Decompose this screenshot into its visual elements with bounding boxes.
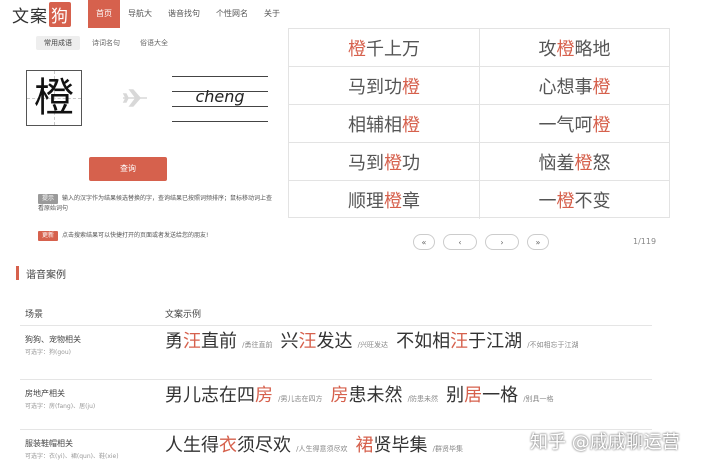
example-phrase[interactable]: 房患未然 — [331, 385, 403, 406]
row-examples: 男儿志在四房 /男儿志在四方 房患未然 /防患未然 别居一格 /别具一格 — [165, 386, 649, 409]
category-tabs: 常用成语 诗词名句 俗语大全 — [36, 36, 176, 50]
nav-item-home[interactable]: 首页 — [88, 0, 120, 28]
example-original: /人生得意须尽欢 — [296, 445, 348, 453]
result-item[interactable]: 相辅相橙 — [289, 105, 479, 143]
tab-common-idioms[interactable]: 常用成语 — [36, 36, 80, 50]
example-original: /兴旺发达 — [357, 341, 388, 349]
tab-proverbs[interactable]: 俗语大全 — [132, 36, 176, 50]
site-logo[interactable]: 文案狗 — [12, 1, 71, 27]
row-category: 服装鞋帽相关 — [25, 439, 73, 448]
result-item[interactable]: 马到橙功 — [289, 143, 479, 181]
example-phrase[interactable]: 人生得衣须尽欢 — [165, 435, 291, 456]
airplane-icon — [122, 89, 147, 107]
pinyin-display: cheng — [172, 76, 268, 122]
nav-item-homophone-search[interactable]: 谐音找句 — [160, 0, 208, 28]
main-nav: 首页 导航大 谐音找句 个性网名 关于 — [88, 0, 288, 28]
result-item[interactable]: 心想事橙 — [479, 67, 669, 105]
row-candidates: 可选字：衣(yi)、裙(qun)、鞋(xie) — [25, 453, 119, 460]
update-hint: 更新 点击搜索结果可以快捷打开的页面或者发送给您的朋友! — [38, 231, 278, 241]
column-header-scene: 场景 — [25, 310, 44, 320]
example-phrase[interactable]: 别居一格 — [446, 385, 518, 406]
results-grid: 橙千上万 攻橙略地 马到功橙 心想事橙 相辅相橙 一气呵橙 马到橙功 恼羞橙怒 … — [288, 28, 670, 219]
section-accent-bar — [16, 266, 19, 280]
row-candidates: 可选字：狗(gou) — [25, 349, 71, 356]
example-phrase[interactable]: 不如相汪于江湖 — [396, 331, 522, 352]
tab-poems[interactable]: 诗词名句 — [84, 36, 128, 50]
section-title-text: 谐音案例 — [26, 269, 66, 281]
page-indicator: 1/119 — [633, 237, 657, 246]
example-phrase[interactable]: 男儿志在四房 — [165, 385, 273, 406]
next-page-button[interactable]: › — [485, 234, 519, 250]
update-text: 点击搜索结果可以快捷打开的页面或者发送给您的朋友! — [62, 232, 209, 239]
example-original: /勇往直前 — [242, 341, 273, 349]
row-candidates: 可选字：房(fang)、居(ju) — [25, 403, 96, 410]
input-character: 橙 — [34, 75, 74, 121]
example-original: /群贤毕集 — [432, 445, 463, 453]
result-item[interactable]: 一橙不变 — [479, 181, 669, 219]
pinyin-line — [172, 76, 268, 77]
query-button[interactable]: 查询 — [89, 157, 167, 181]
result-item[interactable]: 橙千上万 — [289, 29, 479, 67]
logo-mark: 狗 — [49, 1, 71, 27]
nav-item-about[interactable]: 关于 — [256, 0, 288, 28]
row-category: 房地产相关 — [25, 389, 65, 398]
table-header: 场景 文案示例 — [20, 302, 652, 326]
example-phrase[interactable]: 兴汪发达 — [281, 331, 353, 352]
last-page-button[interactable]: » — [527, 234, 549, 250]
example-original: /不如相忘于江湖 — [527, 341, 579, 349]
example-phrase[interactable]: 勇汪直前 — [165, 331, 237, 352]
result-item[interactable]: 马到功橙 — [289, 67, 479, 105]
example-original: /别具一格 — [523, 395, 554, 403]
logo-text: 文案 — [12, 6, 48, 27]
section-title: 谐音案例 — [16, 266, 66, 281]
character-input-box[interactable]: 橙 — [26, 70, 82, 126]
pagination: « ‹ › » — [413, 234, 549, 250]
nav-item-navigation[interactable]: 导航大 — [120, 0, 160, 28]
row-examples: 勇汪直前 /勇往直前 兴汪发达 /兴旺发达 不如相汪于江湖 /不如相忘于江湖 — [165, 332, 649, 355]
result-item[interactable]: 攻橙略地 — [479, 29, 669, 67]
result-item[interactable]: 一气呵橙 — [479, 105, 669, 143]
table-row: 狗狗、宠物相关 可选字：狗(gou) 勇汪直前 /勇往直前 兴汪发达 /兴旺发达… — [20, 326, 652, 380]
tip-text: 输入的汉字作为结果候选替换的字，查询结果已按照词频排序；鼠标移动词上查看原始词句 — [38, 195, 273, 212]
tip-hint: 提示 输入的汉字作为结果候选替换的字，查询结果已按照词频排序；鼠标移动词上查看原始… — [38, 194, 278, 214]
watermark: 知乎 @戚戚聊运营 — [530, 432, 680, 453]
pinyin-line — [172, 106, 268, 107]
result-item[interactable]: 恼羞橙怒 — [479, 143, 669, 181]
example-original: /防患未然 — [407, 395, 438, 403]
column-header-examples: 文案示例 — [165, 310, 202, 320]
row-category: 狗狗、宠物相关 — [25, 335, 81, 344]
table-row: 房地产相关 可选字：房(fang)、居(ju) 男儿志在四房 /男儿志在四方 房… — [20, 380, 652, 430]
pinyin-text: cheng — [195, 87, 245, 106]
pinyin-line — [172, 121, 268, 122]
nav-item-nickname[interactable]: 个性网名 — [208, 0, 256, 28]
result-item[interactable]: 顺理橙章 — [289, 181, 479, 219]
prev-page-button[interactable]: ‹ — [443, 234, 477, 250]
top-navigation-bar: 文案狗 首页 导航大 谐音找句 个性网名 关于 — [0, 0, 720, 28]
example-phrase[interactable]: 裙贤毕集 — [356, 435, 428, 456]
first-page-button[interactable]: « — [413, 234, 435, 250]
update-tag: 更新 — [38, 231, 59, 241]
example-original: /男儿志在四方 — [278, 395, 323, 403]
tip-tag: 提示 — [38, 194, 59, 204]
